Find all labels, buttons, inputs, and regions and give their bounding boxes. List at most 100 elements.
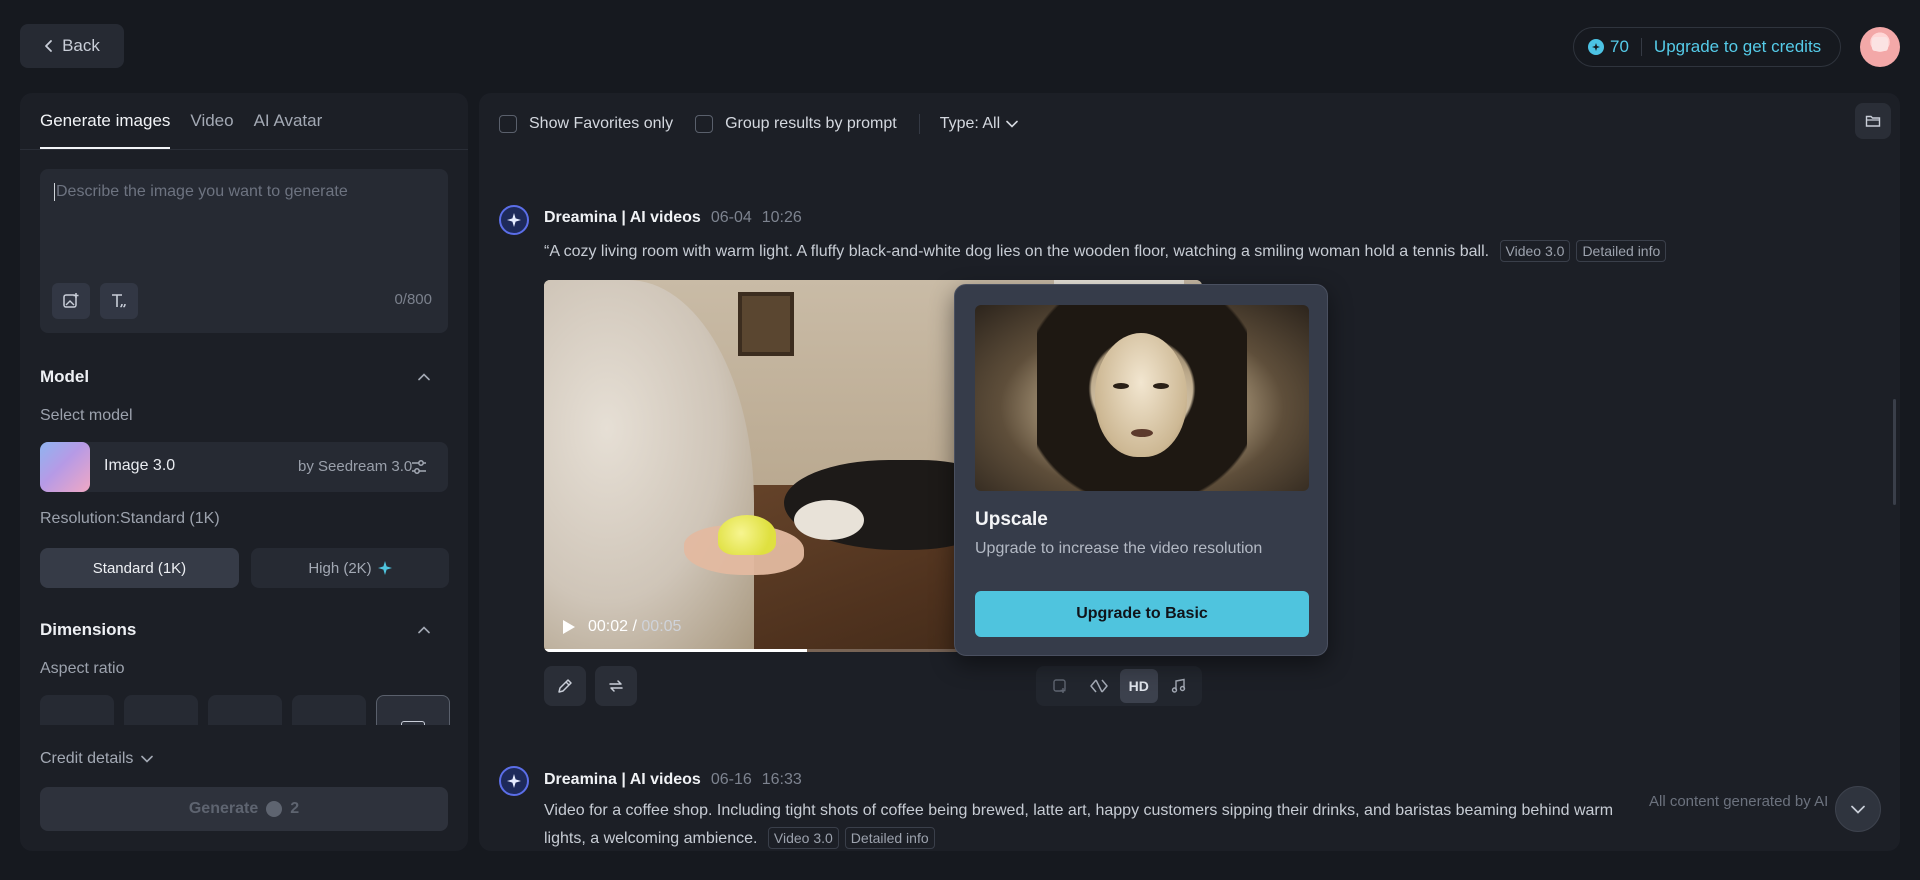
credit-coin-icon [1588, 39, 1604, 55]
video-progress-fill [544, 649, 808, 652]
detailed-info-tag[interactable]: Detailed info [844, 827, 935, 849]
author-name: Dreamina | AI videos [544, 771, 701, 788]
resolution-high-button[interactable]: High (2K) [251, 548, 449, 588]
group-label: Group results by prompt [725, 115, 897, 132]
preview-face [1095, 333, 1187, 457]
tab-ai-avatar[interactable]: AI Avatar [254, 93, 323, 149]
generate-cost: 2 [290, 800, 300, 817]
char-count: 0/800 [394, 291, 432, 308]
model-tag[interactable]: Video 3.0 [1499, 240, 1571, 262]
video-current-time: 00:02 [588, 618, 629, 635]
favorites-checkbox[interactable] [499, 115, 517, 133]
sparkle-logo-icon [507, 213, 521, 227]
assets-folder-button[interactable] [1855, 103, 1891, 139]
model-selector[interactable]: Image 3.0 by Seedream 3.0 [40, 442, 448, 492]
scrollbar[interactable] [1893, 399, 1896, 505]
sparkle-icon [377, 561, 392, 575]
resolution-label: Resolution:Standard (1K) [40, 510, 220, 527]
collapse-model-toggle[interactable] [418, 373, 430, 381]
user-avatar[interactable] [1860, 27, 1900, 67]
video-tools: HD [1036, 666, 1202, 706]
favorites-label: Show Favorites only [529, 115, 674, 132]
credits-divider [1640, 38, 1642, 56]
chevron-left-icon [44, 39, 54, 53]
group-filter[interactable]: Group results by prompt [695, 115, 897, 133]
model-tag[interactable]: Video 3.0 [767, 827, 839, 849]
group-checkbox[interactable] [695, 115, 714, 133]
model-thumbnail [40, 442, 90, 492]
credit-details-toggle[interactable]: Credit details [40, 750, 154, 768]
tab-generate-images[interactable]: Generate images [40, 93, 171, 149]
upgrade-credits-link[interactable]: Upgrade to get credits [1654, 37, 1821, 57]
video-scene-tennis-ball [718, 515, 776, 555]
credits-pill[interactable]: 70 Upgrade to get credits [1573, 27, 1841, 67]
refresh-icon [607, 677, 625, 695]
scroll-to-bottom-button[interactable] [1835, 786, 1881, 832]
popover-title: Upscale [975, 509, 1048, 530]
popover-description: Upgrade to increase the video resolution [975, 540, 1263, 557]
upscale-preview-image [975, 305, 1309, 491]
generation-panel: Generate images Video AI Avatar 0/800 Mo… [20, 93, 468, 851]
select-model-label: Select model [40, 407, 133, 424]
preview-eye [1153, 383, 1169, 389]
prompt-input[interactable] [54, 183, 434, 201]
upscale-popover: Upscale Upgrade to increase the video re… [954, 284, 1328, 656]
scroll-fade [20, 725, 468, 737]
tabs-divider [20, 149, 468, 150]
text-format-button[interactable] [100, 283, 138, 319]
prompt-text: Video for a coffee shop. Including tight… [544, 802, 1614, 847]
resolution-high-label: High (2K) [308, 559, 372, 577]
author-name: Dreamina | AI videos [544, 209, 701, 226]
back-label: Back [62, 36, 100, 55]
feed-item-header: Dreamina | AI videos 06-16 16:33 [544, 771, 802, 789]
generate-button[interactable]: Generate 2 [40, 787, 448, 831]
chevron-up-icon [418, 373, 430, 381]
upgrade-to-basic-button[interactable]: Upgrade to Basic [975, 591, 1309, 637]
text-format-icon [110, 292, 128, 310]
author-avatar [499, 205, 529, 235]
dimensions-section-title: Dimensions [40, 620, 137, 639]
model-name: Image 3.0 [104, 457, 176, 474]
prompt-box: 0/800 [40, 169, 448, 333]
add-audio-button[interactable] [1159, 669, 1197, 703]
author-avatar [499, 766, 529, 796]
sliders-icon[interactable] [410, 458, 428, 476]
detailed-info-tag[interactable]: Detailed info [1576, 240, 1667, 262]
chevron-down-icon [1851, 805, 1865, 814]
post-time: 10:26 [761, 209, 802, 226]
feed-prompt: “A cozy living room with warm light. A f… [544, 238, 1844, 266]
regenerate-button[interactable] [595, 666, 637, 706]
post-date: 06-16 [710, 771, 752, 788]
resolution-standard-button[interactable]: Standard (1K) [40, 548, 239, 588]
back-button[interactable]: Back [20, 24, 124, 68]
video-time-separator: / [632, 618, 637, 635]
interpolate-button[interactable] [1080, 669, 1118, 703]
tab-video[interactable]: Video [190, 93, 233, 149]
hd-upscale-button[interactable]: HD [1119, 669, 1158, 703]
results-panel: Show Favorites only Group results by pro… [479, 93, 1900, 851]
credit-details-label: Credit details [40, 750, 134, 767]
collapse-dimensions-toggle[interactable] [418, 626, 430, 634]
feed-item-header: Dreamina | AI videos 06-04 10:26 [544, 209, 802, 227]
image-add-icon [62, 292, 80, 310]
preview-lips [1131, 429, 1153, 437]
favorites-filter[interactable]: Show Favorites only [499, 115, 673, 133]
pencil-icon [556, 677, 574, 695]
model-section-title: Model [40, 367, 90, 386]
extend-video-button[interactable] [1041, 669, 1079, 703]
filter-divider [918, 114, 920, 134]
post-date: 06-04 [710, 209, 752, 226]
reference-image-button[interactable] [52, 283, 90, 319]
music-note-icon [1170, 678, 1186, 694]
chevron-down-icon [141, 755, 154, 763]
video-scene-picture-frame [738, 292, 794, 356]
type-label: Type: All [939, 115, 1001, 132]
resolution-standard-label: Standard (1K) [92, 559, 187, 577]
frame-add-icon [1052, 678, 1068, 694]
type-dropdown[interactable]: Type: All [940, 115, 1018, 133]
feed-prompt: Video for a coffee shop. Including tight… [544, 797, 1634, 851]
play-icon[interactable] [562, 619, 576, 635]
edit-button[interactable] [544, 666, 586, 706]
credit-coin-icon [266, 801, 283, 817]
video-duration: 00:05 [641, 618, 682, 635]
